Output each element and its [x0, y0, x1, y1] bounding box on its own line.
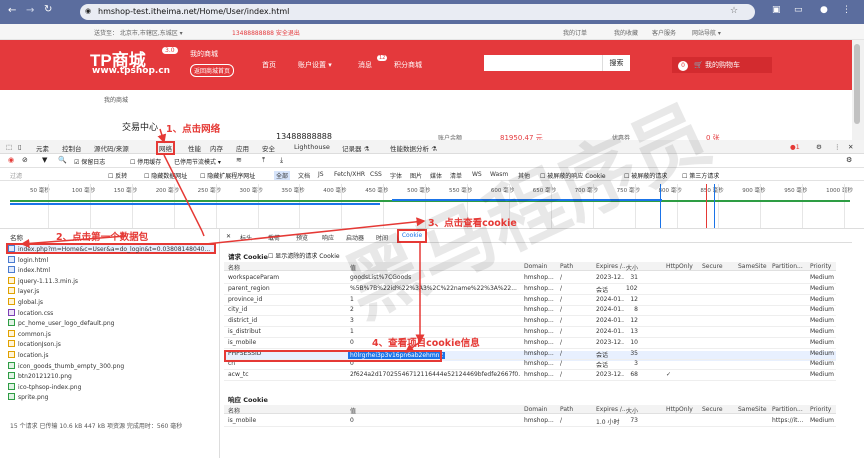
- arrow-connector: [201, 230, 205, 237]
- screenshot-root: ← → ↻ ◉ hmshop-test.itheima.net/Home/Use…: [0, 0, 864, 458]
- arrow-connector: [163, 154, 203, 232]
- arrow-to-network-tab: [157, 128, 167, 144]
- annotation-step1: 1、点击网络: [166, 124, 221, 135]
- annotation-step2: 2、点击第一个数据包: [56, 232, 149, 243]
- annotation-step4: 4、查看项目cookie信息: [372, 338, 480, 349]
- annotation-step3: 3、点击查看cookie: [428, 218, 517, 229]
- arrow-to-cookie-tab: [205, 217, 426, 245]
